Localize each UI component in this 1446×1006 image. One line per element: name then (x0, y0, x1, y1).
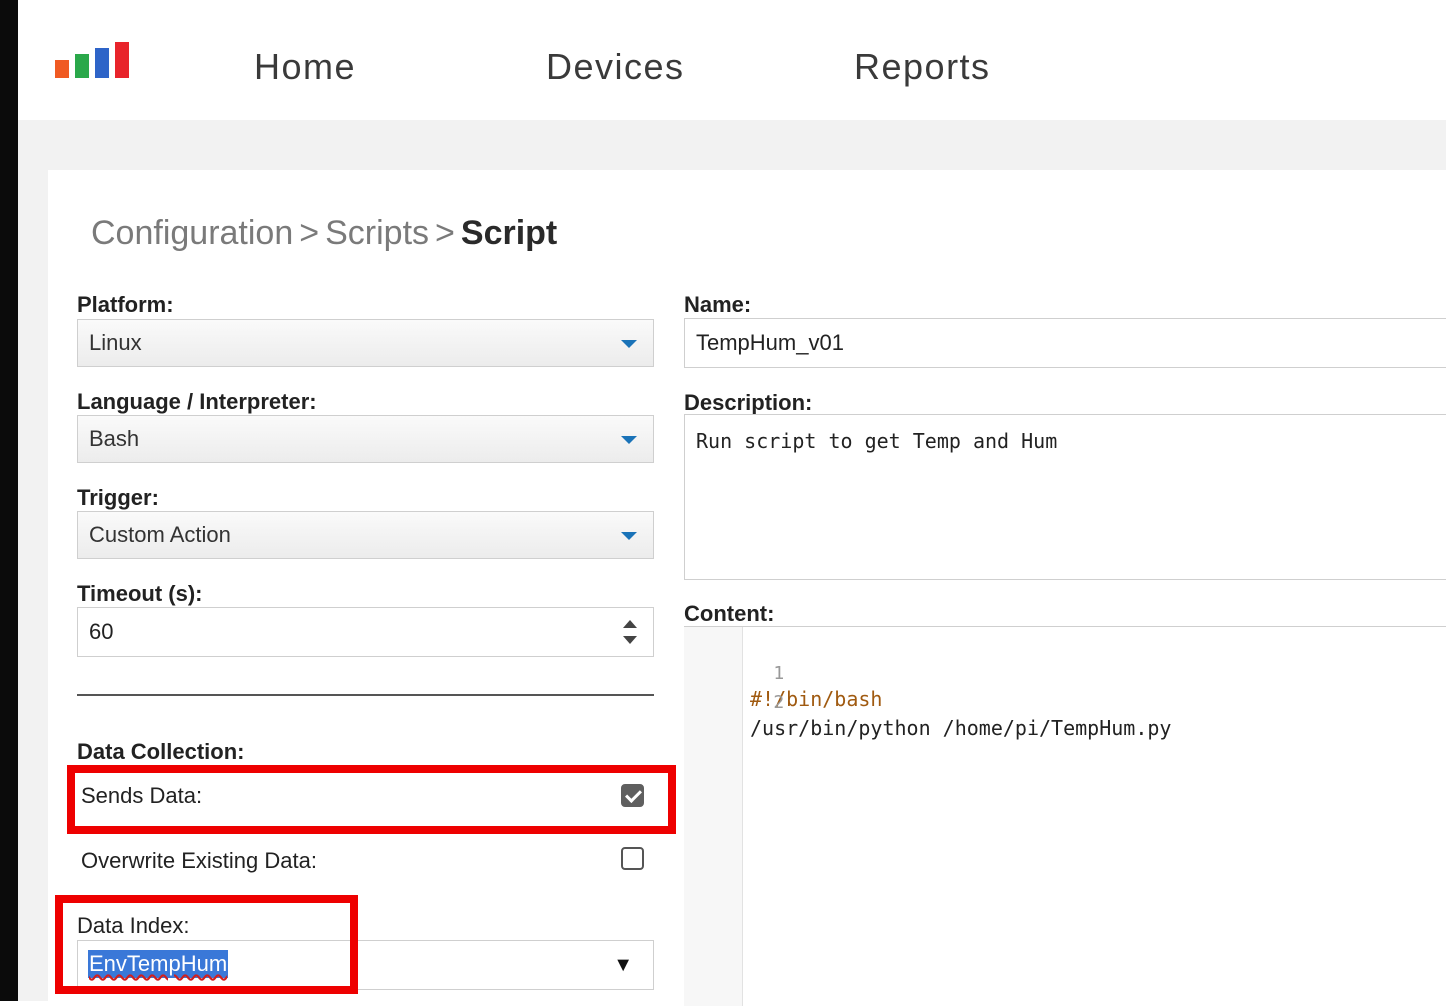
line-number: 1 (773, 663, 785, 684)
data-index-value: EnvTempHum (88, 950, 229, 978)
overwrite-data-checkbox[interactable] (621, 847, 644, 870)
nav-home-link[interactable]: Home (254, 46, 356, 88)
overwrite-data-label: Overwrite Existing Data: (81, 848, 317, 873)
top-nav-bar: Home Devices Reports (18, 0, 1446, 120)
data-collection-label: Data Collection: (77, 739, 245, 764)
content-label: Content: (684, 601, 775, 626)
breadcrumb-current: Script (460, 214, 558, 252)
chevron-down-icon (621, 340, 637, 348)
spinner-icon[interactable] (623, 620, 637, 644)
timeout-input[interactable]: 60 (77, 607, 654, 657)
background-window-edge (0, 0, 18, 1001)
platform-label: Platform: (77, 292, 174, 317)
section-divider (77, 694, 654, 696)
logo-bar-3 (95, 48, 109, 78)
sends-data-checkbox[interactable] (621, 784, 644, 807)
breadcrumb-separator: > (435, 214, 455, 252)
chevron-down-icon (621, 532, 637, 540)
name-label: Name: (684, 292, 752, 317)
name-value: TempHum_v01 (696, 330, 844, 355)
trigger-value: Custom Action (89, 522, 231, 547)
description-textarea[interactable]: Run script to get Temp and Hum (684, 414, 1446, 580)
content-code-editor[interactable]: 1 #!/bin/bash 2 /usr/bin/python /home/pi… (684, 626, 1446, 1006)
line-number: 2 (773, 692, 785, 713)
dropdown-arrow-icon: ▼ (613, 954, 633, 976)
data-index-label: Data Index: (77, 913, 190, 938)
language-label: Language / Interpreter: (77, 389, 317, 414)
language-value: Bash (89, 426, 140, 451)
code-line: 2 /usr/bin/python /home/pi/TempHum.py (684, 668, 1171, 740)
data-index-select[interactable]: EnvTempHum ▼ (77, 940, 654, 990)
breadcrumb-configuration[interactable]: Configuration (91, 214, 293, 252)
timeout-value: 60 (89, 619, 114, 644)
language-select[interactable]: Bash (77, 415, 654, 463)
sends-data-label: Sends Data: (81, 783, 203, 808)
logo-bar-4 (115, 42, 129, 78)
code-text: /usr/bin/python /home/pi/TempHum.py (750, 716, 1172, 740)
logo-bar-2 (75, 54, 89, 78)
trigger-label: Trigger: (77, 485, 159, 510)
description-value: Run script to get Temp and Hum (696, 429, 1058, 453)
breadcrumb-separator: > (299, 214, 320, 252)
logo-bar-1 (55, 60, 69, 78)
timeout-label: Timeout (s): (77, 581, 203, 606)
code-line: 1 #!/bin/bash (684, 639, 882, 711)
platform-value: Linux (89, 330, 142, 355)
description-label: Description: (684, 390, 813, 415)
app-logo[interactable] (55, 42, 135, 78)
platform-select[interactable]: Linux (77, 319, 654, 367)
breadcrumb-scripts[interactable]: Scripts (325, 214, 429, 252)
chevron-down-icon (621, 436, 637, 444)
trigger-select[interactable]: Custom Action (77, 511, 654, 559)
nav-devices-link[interactable]: Devices (546, 46, 685, 88)
name-input[interactable]: TempHum_v01 (684, 318, 1446, 368)
breadcrumb: Configuration > Scripts > Script (91, 214, 557, 253)
nav-reports-link[interactable]: Reports (854, 46, 991, 88)
